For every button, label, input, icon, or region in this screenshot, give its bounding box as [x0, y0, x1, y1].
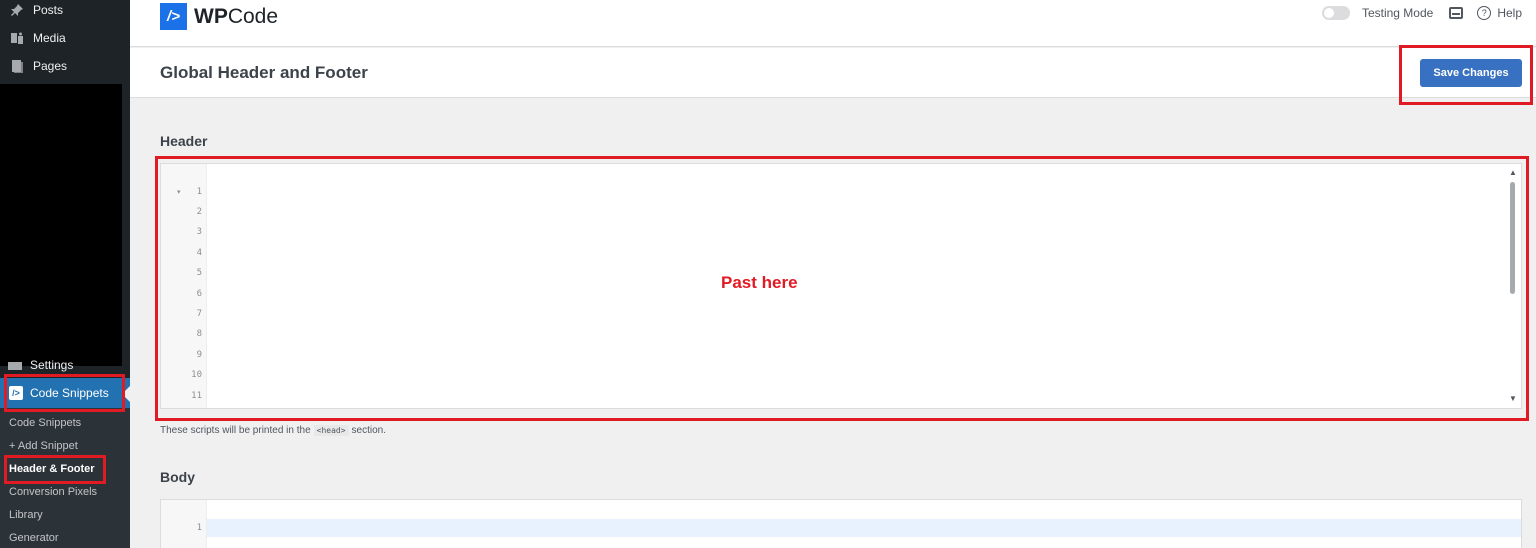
pages-icon	[7, 59, 27, 73]
testing-mode-toggle[interactable]	[1321, 6, 1350, 20]
help-icon[interactable]: ?	[1477, 6, 1492, 20]
submenu-item-conversion-pixels[interactable]: Conversion Pixels	[9, 482, 97, 502]
settings-icon	[8, 362, 22, 370]
sidebar-item-settings[interactable]: Settings	[8, 358, 108, 372]
sidebar-item-media[interactable]: Media	[0, 24, 130, 52]
submenu-item-generator[interactable]: Generator	[9, 528, 59, 548]
header-hint-text: These scripts will be printed in the <hea…	[160, 425, 386, 436]
header-section-label: Header	[160, 133, 208, 149]
page-title: Global Header and Footer	[160, 63, 368, 82]
head-tag-code: <head>	[313, 425, 349, 436]
annotation-box-save	[1399, 45, 1533, 105]
body-section-label: Body	[160, 469, 195, 485]
testing-mode-label: Testing Mode	[1361, 6, 1434, 20]
line-number: 1	[196, 523, 202, 533]
annotation-box-header-editor	[155, 156, 1529, 421]
wpcode-logo: /> WPCode	[160, 3, 278, 30]
body-code-editor[interactable]: 1	[160, 499, 1522, 548]
sidebar-item-posts[interactable]: Posts	[0, 0, 130, 24]
wpcode-logo-mark: />	[160, 3, 187, 30]
page-header: Global Header and Footer Save Changes	[130, 48, 1536, 98]
pin-icon	[7, 3, 27, 17]
wpcode-logo-text: WPCode	[194, 4, 279, 28]
sidebar-item-label: Media	[33, 31, 66, 45]
sidebar-item-label: Pages	[33, 59, 68, 73]
annotation-box-header-footer	[4, 455, 106, 484]
submenu-item-add-snippet[interactable]: + Add Snippet	[9, 436, 78, 456]
line-number-gutter: 1	[161, 500, 207, 548]
notifications-inbox-icon[interactable]	[1449, 7, 1464, 19]
topbar-actions: Testing Mode ? Help	[1321, 6, 1522, 20]
help-link[interactable]: Help	[1497, 6, 1522, 20]
submenu-item-library[interactable]: Library	[9, 505, 43, 525]
media-icon	[7, 31, 27, 45]
submenu-item-code-snippets[interactable]: Code Snippets	[9, 413, 81, 433]
sidebar-item-pages[interactable]: Pages	[0, 52, 130, 80]
annotation-box-code-snippets	[4, 374, 125, 412]
sidebar-item-label: Posts	[33, 3, 64, 17]
active-line-highlight	[207, 519, 1521, 537]
redacted-area	[0, 84, 122, 366]
plugin-topbar: /> WPCode Testing Mode ? Help	[130, 0, 1536, 47]
